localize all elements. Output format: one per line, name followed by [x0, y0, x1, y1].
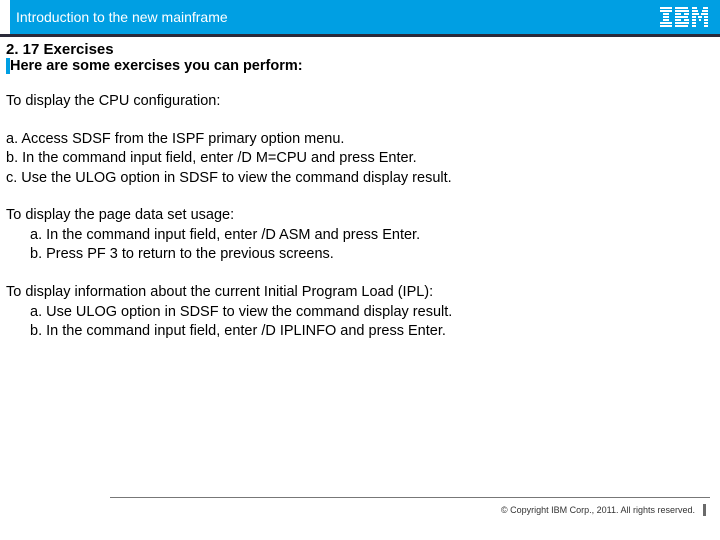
exercise-steps: a. Use ULOG option in SDSF to view the c… — [6, 303, 714, 342]
section-intro: Here are some exercises you can perform: — [10, 58, 303, 74]
exercise-block: To display information about the current… — [6, 283, 714, 342]
exercise-step: b. Press PF 3 to return to the previous … — [30, 245, 714, 265]
exercise-step: a. Access SDSF from the ISPF primary opt… — [6, 130, 714, 150]
slide-header: Introduction to the new mainframe — [0, 0, 720, 34]
header-left: Introduction to the new mainframe — [0, 0, 228, 34]
exercise-step: b. In the command input field, enter /D … — [6, 149, 714, 169]
exercise-step: c. Use the ULOG option in SDSF to view t… — [6, 169, 714, 189]
exercise-steps: a. In the command input field, enter /D … — [6, 226, 714, 265]
ibm-logo-icon — [660, 7, 708, 27]
exercise-title: To display the page data set usage: — [6, 206, 714, 226]
exercise-title: To display the CPU configuration: — [6, 92, 714, 112]
header-accent-block — [0, 0, 10, 34]
copyright-text: © Copyright IBM Corp., 2011. All rights … — [501, 505, 695, 515]
footer-mark-icon — [703, 504, 706, 516]
exercise-block: To display the page data set usage: a. I… — [6, 206, 714, 265]
exercise-steps: a. Access SDSF from the ISPF primary opt… — [6, 130, 714, 189]
exercise-title: To display information about the current… — [6, 283, 714, 303]
exercise-step: b. In the command input field, enter /D … — [30, 322, 714, 342]
exercise-step: a. Use ULOG option in SDSF to view the c… — [30, 303, 714, 323]
intro-row: Here are some exercises you can perform: — [6, 58, 714, 74]
slide-footer: © Copyright IBM Corp., 2011. All rights … — [0, 497, 720, 516]
exercise-block: To display the CPU configuration: — [6, 92, 714, 112]
exercise-step: a. In the command input field, enter /D … — [30, 226, 714, 246]
header-title: Introduction to the new mainframe — [16, 9, 228, 25]
footer-row: © Copyright IBM Corp., 2011. All rights … — [0, 498, 720, 516]
slide-content: 2. 17 Exercises Here are some exercises … — [0, 37, 720, 342]
section-heading: 2. 17 Exercises — [6, 41, 714, 58]
